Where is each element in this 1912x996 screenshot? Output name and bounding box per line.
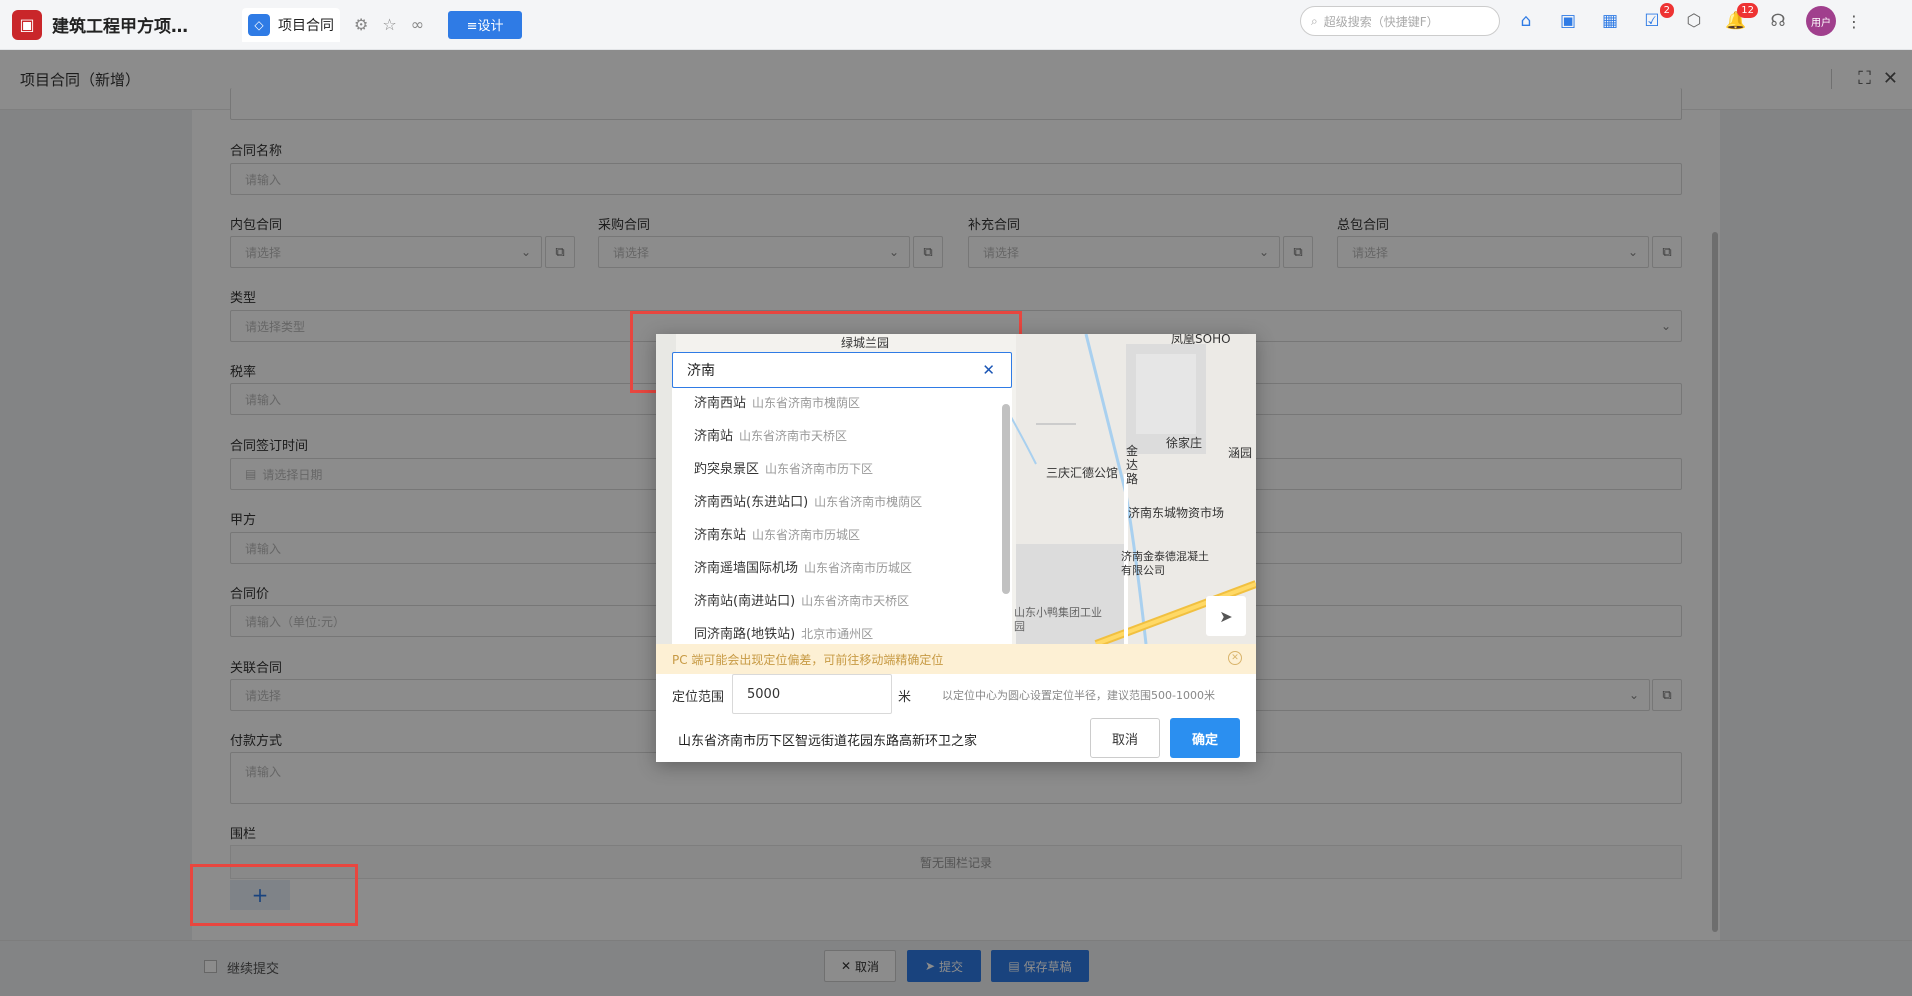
list-item[interactable]: 趵突泉景区 山东省济南市历下区 xyxy=(694,458,873,477)
apps-grid-icon[interactable]: ▦ xyxy=(1596,7,1624,35)
avatar[interactable]: 用户 xyxy=(1806,6,1836,36)
location-search-input[interactable]: 济南 ✕ xyxy=(672,352,1012,388)
suggestion-name: 济南遥墙国际机场 xyxy=(694,561,799,576)
suggestion-name: 济南东站 xyxy=(694,528,747,543)
location-search-value: 济南 xyxy=(687,363,715,379)
range-input[interactable]: 5000 xyxy=(732,674,892,714)
tag-icon: ◇ xyxy=(248,13,270,36)
app-logo-icon: ▣ xyxy=(12,9,42,40)
map-label: 徐家庄 xyxy=(1166,436,1203,450)
settings-icon[interactable]: ⚙ xyxy=(354,15,368,34)
dialog-confirm-button[interactable]: 确定 xyxy=(1170,718,1240,758)
list-item[interactable]: 同济南路(地铁站) 北京市通州区 xyxy=(694,623,873,642)
list-item[interactable]: 济南遥墙国际机场 山东省济南市历城区 xyxy=(694,557,912,576)
map-label: 凤凰SOHO xyxy=(1171,334,1231,346)
close-warning-icon[interactable]: ✕ xyxy=(1228,651,1242,665)
suggestion-district: 山东省济南市天桥区 xyxy=(739,429,848,443)
map-label: 济南东城物资市场 xyxy=(1128,506,1225,520)
selected-address: 山东省济南市历下区智远街道花园东路高新环卫之家 xyxy=(678,734,978,749)
suggestion-district: 山东省济南市槐荫区 xyxy=(814,495,923,509)
more-menu-icon[interactable]: ⋮ xyxy=(1846,12,1862,31)
link-icon[interactable]: ∞ xyxy=(411,15,424,34)
search-placeholder: 超级搜索（快捷键F） xyxy=(1323,14,1439,29)
range-label: 定位范围 xyxy=(672,690,725,705)
suggestion-name: 济南西站 xyxy=(694,396,747,411)
star-icon[interactable]: ☆ xyxy=(382,15,396,34)
tab-project-contract[interactable]: ◇ 项目合同 xyxy=(242,7,340,42)
tab-label: 项目合同 xyxy=(278,17,334,34)
map-label: 济南金泰德混凝土有限公司 xyxy=(1121,550,1209,577)
todo-badge: 2 xyxy=(1659,3,1674,18)
clear-icon[interactable]: ✕ xyxy=(982,361,995,379)
list-item[interactable]: 济南西站 山东省济南市槐荫区 xyxy=(694,392,860,411)
headset-icon[interactable]: ☊ xyxy=(1764,7,1792,35)
app-title: 建筑工程甲方项目... xyxy=(52,17,202,37)
bell-icon[interactable]: 🔔 12 xyxy=(1722,3,1758,35)
map-label: 山东小鸭集团工业园 xyxy=(1014,606,1102,633)
notify-badge: 12 xyxy=(1737,3,1758,18)
todo-icon[interactable]: ☑ 2 xyxy=(1638,3,1674,35)
suggestion-district: 山东省济南市天桥区 xyxy=(801,594,910,608)
suggestion-name: 趵突泉景区 xyxy=(694,462,760,477)
suggestion-district: 山东省济南市历城区 xyxy=(752,528,861,542)
contacts-icon[interactable]: ▣ xyxy=(1554,7,1582,35)
map-view[interactable]: 绿城兰园 凤凰SOHO 徐家庄 三庆汇德公馆 金达路 济南东城物资市场 济南金泰… xyxy=(656,334,1256,644)
suggestion-name: 济南站 xyxy=(694,429,734,444)
suggestions-scrollbar[interactable] xyxy=(1002,404,1010,594)
warning-text: PC 端可能会出现定位偏差，可前往移动端精确定位 xyxy=(672,652,944,667)
global-search-input[interactable]: ⌕ 超级搜索（快捷键F） xyxy=(1300,6,1500,36)
suggestion-name: 济南站(南进站口) xyxy=(694,594,796,609)
hexagon-icon[interactable]: ⬡ xyxy=(1680,7,1708,35)
map-label: 三庆汇德公馆 xyxy=(1046,466,1119,480)
map-location-dialog: 绿城兰园 凤凰SOHO 徐家庄 三庆汇德公馆 金达路 济南东城物资市场 济南金泰… xyxy=(656,334,1256,762)
suggestion-district: 北京市通州区 xyxy=(801,627,874,641)
suggestion-name: 同济南路(地铁站) xyxy=(694,627,796,642)
range-unit: 米 xyxy=(898,690,912,705)
search-icon: ⌕ xyxy=(1311,13,1318,28)
list-item[interactable]: 济南站(南进站口) 山东省济南市天桥区 xyxy=(694,590,909,609)
list-item[interactable]: 济南站 山东省济南市天桥区 xyxy=(694,425,847,444)
locate-me-icon[interactable]: ➤ xyxy=(1206,596,1246,636)
list-item[interactable]: 济南西站(东进站口) 山东省济南市槐荫区 xyxy=(694,491,922,510)
location-warning: PC 端可能会出现定位偏差，可前往移动端精确定位 ✕ xyxy=(656,644,1256,674)
map-label: 绿城兰园 xyxy=(841,336,890,350)
suggestion-district: 山东省济南市历下区 xyxy=(765,462,874,476)
list-item[interactable]: 济南东站 山东省济南市历城区 xyxy=(694,524,860,543)
dialog-cancel-button[interactable]: 取消 xyxy=(1090,718,1160,758)
search-suggestions: 济南西站 山东省济南市槐荫区 济南站 山东省济南市天桥区 趵突泉景区 山东省济南市历下… xyxy=(672,388,1012,644)
top-bar: ▣ 建筑工程甲方项目... ◇ 项目合同 ⚙ ☆ ∞ ≡设计 ⌕ 超级搜索（快捷… xyxy=(0,0,1912,50)
home-icon[interactable]: ⌂ xyxy=(1512,7,1540,35)
suggestion-name: 济南西站(东进站口) xyxy=(694,495,809,510)
design-button[interactable]: ≡设计 xyxy=(448,10,523,39)
map-label: 金达路 xyxy=(1126,444,1139,486)
map-label: 涵园 xyxy=(1228,446,1253,460)
suggestion-district: 山东省济南市历城区 xyxy=(804,561,913,575)
suggestion-district: 山东省济南市槐荫区 xyxy=(752,396,861,410)
range-hint: 以定位中心为圆心设置定位半径，建议范围500-1000米 xyxy=(942,689,1215,702)
